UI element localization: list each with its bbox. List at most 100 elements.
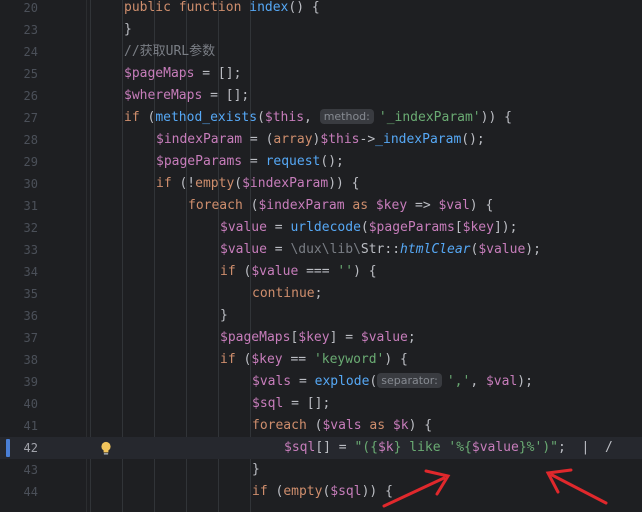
code-token: if [252,484,276,499]
code-text[interactable]: $pageMaps[$key] = $value; [220,327,416,349]
code-text[interactable]: $pageMaps = []; [124,63,241,85]
code-token: $pageParams [156,154,243,169]
code-line[interactable]: 32 $value = urldecode($pageParams[$key]); [0,217,642,239]
code-line[interactable]: 26 $whereMaps = []; [0,85,642,107]
line-number[interactable]: 33 [0,239,38,261]
code-token: $value [220,242,267,257]
code-editor[interactable]: 20 public function index() {23} 24//获取URL参… [0,0,642,512]
code-text[interactable]: public function index() { [124,0,320,19]
code-line[interactable]: 38 if ($key == 'keyword') { [0,349,642,371]
line-number[interactable]: 37 [0,327,38,349]
code-token: $key [298,330,330,345]
code-token: ( [369,374,378,389]
code-token: () { [288,0,320,15]
code-token: )) { [361,484,393,499]
code-line[interactable]: 36} [0,305,642,327]
line-number[interactable]: 20 [0,0,38,19]
code-text[interactable]: $whereMaps = []; [124,85,249,107]
code-line[interactable]: 40 $sql = []; [0,393,642,415]
line-number[interactable]: 41 [0,415,38,437]
code-token: $pageMaps [220,330,291,345]
line-number[interactable]: 34 [0,261,38,283]
code-text[interactable]: if ($value === '') { [220,261,377,283]
code-text[interactable]: if (empty($sql)) { [252,481,393,503]
line-number[interactable]: 40 [0,393,38,415]
code-text[interactable]: continue; [252,283,322,305]
code-text[interactable]: $indexParam = (array)$this->_indexParam(… [156,129,485,151]
code-text[interactable]: } [124,19,132,41]
line-number[interactable]: 44 [0,481,38,503]
line-number[interactable]: 25 [0,63,38,85]
code-text[interactable]: $vals = explode(separator: ',', $val); [252,371,533,393]
line-number[interactable]: 38 [0,349,38,371]
code-token: ) { [408,418,433,433]
code-token: ; | / [557,440,613,455]
code-token: $sql [252,396,284,411]
code-text[interactable]: //获取URL参数 [124,41,215,63]
code-text[interactable]: $value = \dux\lib\Str::htmlClear($value)… [220,239,541,261]
code-token: $indexParam [258,198,345,213]
lightbulb-icon[interactable] [99,441,113,456]
line-number[interactable]: 43 [0,459,38,481]
code-line[interactable]: 31 foreach ($indexParam as $key => $val) … [0,195,642,217]
line-number[interactable]: 32 [0,217,38,239]
line-number[interactable]: 35 [0,283,38,305]
code-token: } [252,462,260,477]
code-text[interactable]: foreach ($indexParam as $key => $val) { [188,195,493,217]
code-text[interactable]: if (method_exists($this, method: '_indexP… [124,107,512,129]
code-line[interactable]: 24 //获取URL参数 [0,41,642,63]
code-line[interactable]: 28 $indexParam = (array)$this->_indexPara… [0,129,642,151]
code-token: _indexParam [375,132,462,147]
line-number[interactable]: 36 [0,305,38,327]
code-text[interactable]: $pageParams = request(); [156,151,344,173]
code-token: if [220,264,244,279]
code-line[interactable]: 44 if (empty($sql)) { [0,481,642,503]
line-number[interactable]: 31 [0,195,38,217]
code-line[interactable]: 35 continue; [0,283,642,305]
code-text[interactable]: } [220,305,228,327]
code-token: ; [314,286,323,301]
code-line[interactable]: 43} [0,459,642,481]
code-line[interactable]: 23} [0,19,642,41]
code-token: if [156,176,180,191]
code-line[interactable]: 20 public function index() { [0,0,642,19]
code-text[interactable]: $sql = []; [252,393,330,415]
line-number[interactable]: 23 [0,19,38,41]
code-token: { [496,110,512,125]
line-number[interactable]: 24 [0,41,38,63]
code-line[interactable]: 41 foreach ($vals as $k) { [0,415,642,437]
code-line[interactable]: 25 $pageMaps = []; [0,63,642,85]
code-line[interactable]: 29 $pageParams = request(); [0,151,642,173]
code-token: '' [337,264,354,279]
code-text[interactable]: if (!empty($indexParam)) { [156,173,360,195]
code-text[interactable]: } [252,459,260,481]
code-token: $value [251,264,299,279]
line-number[interactable]: 28 [0,129,38,151]
code-line[interactable]: 30 if (!empty($indexParam)) { [0,173,642,195]
code-line[interactable]: 27 if (method_exists($this, method: '_inde… [0,107,642,129]
code-token: ( [257,110,265,125]
code-text[interactable]: foreach ($vals as $k) { [252,415,432,437]
code-token: ]); [493,220,518,235]
change-marker[interactable] [6,439,10,457]
parameter-hint: method: [319,109,374,124]
line-number[interactable]: 30 [0,173,38,195]
code-text[interactable]: $value = urldecode($pageParams[$key]); [220,217,517,239]
code-line[interactable]: 39 $vals = explode(separator: ',', $val); [0,371,642,393]
line-number[interactable]: 27 [0,107,38,129]
code-token: $vals [322,418,362,433]
code-line[interactable]: 37 $pageMaps[$key] = $value; [0,327,642,349]
code-line[interactable]: 34 if ($value === '') { [0,261,642,283]
code-line[interactable]: 42 $sql[] = "({$k} like '%{$value}%')"; |… [0,437,642,459]
code-token: $vals [252,374,292,389]
line-number[interactable]: 26 [0,85,38,107]
code-token: ); [525,242,541,257]
code-token: = [266,242,291,257]
code-token: $key [375,198,408,213]
line-number[interactable]: 39 [0,371,38,393]
code-text[interactable]: $sql[] = "({$k} like '%{$value}%')"; | / [284,437,613,459]
code-line[interactable]: 33 $value = \dux\lib\Str::htmlClear($valu… [0,239,642,261]
line-number[interactable]: 29 [0,151,38,173]
code-text[interactable]: if ($key == 'keyword') { [220,349,408,371]
code-token: $this [320,132,360,147]
